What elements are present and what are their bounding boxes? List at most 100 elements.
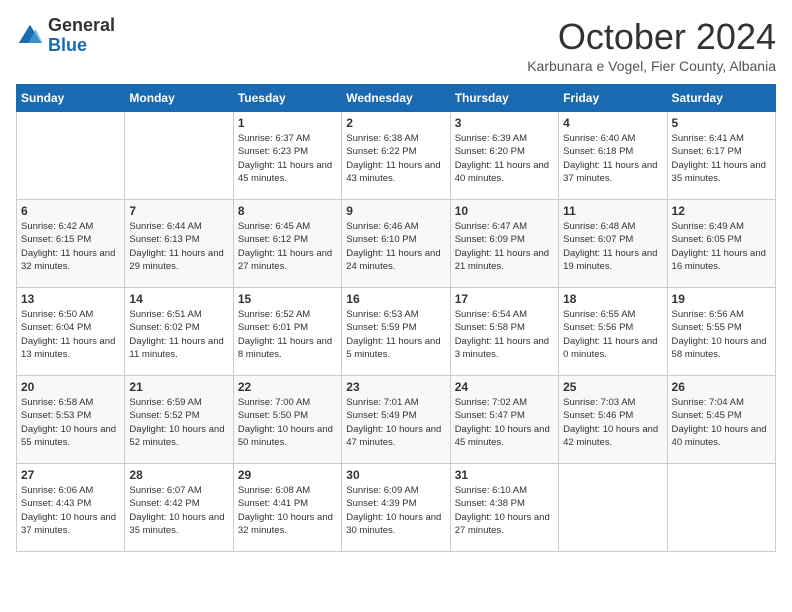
day-number: 31	[455, 468, 554, 482]
title-area: October 2024 Karbunara e Vogel, Fier Cou…	[527, 16, 776, 74]
logo: General Blue	[16, 16, 115, 56]
day-info: Sunrise: 6:50 AM Sunset: 6:04 PM Dayligh…	[21, 308, 120, 361]
day-info: Sunrise: 6:10 AM Sunset: 4:38 PM Dayligh…	[455, 484, 554, 537]
day-info: Sunrise: 6:49 AM Sunset: 6:05 PM Dayligh…	[672, 220, 771, 273]
calendar-cell: 11 Sunrise: 6:48 AM Sunset: 6:07 PM Dayli…	[559, 200, 667, 288]
day-number: 25	[563, 380, 662, 394]
calendar-cell: 4Sunrise: 6:40 AM Sunset: 6:18 PM Daylig…	[559, 112, 667, 200]
weekday-header: Monday	[125, 85, 233, 112]
day-number: 22	[238, 380, 337, 394]
calendar-cell: 26Sunrise: 7:04 AM Sunset: 5:45 PM Dayli…	[667, 376, 775, 464]
day-number: 8	[238, 204, 337, 218]
day-info: Sunrise: 6:56 AM Sunset: 5:55 PM Dayligh…	[672, 308, 771, 361]
day-info: Sunrise: 6:55 AM Sunset: 5:56 PM Dayligh…	[563, 308, 662, 361]
day-number: 23	[346, 380, 445, 394]
calendar-cell: 31 Sunrise: 6:10 AM Sunset: 4:38 PM Dayli…	[450, 464, 558, 552]
calendar-cell: 27 Sunrise: 6:06 AM Sunset: 4:43 PM Dayli…	[17, 464, 125, 552]
weekday-header: Sunday	[17, 85, 125, 112]
day-info: Sunrise: 7:03 AM Sunset: 5:46 PM Dayligh…	[563, 396, 662, 449]
calendar-cell	[17, 112, 125, 200]
calendar-cell: 1 Sunrise: 6:37 AM Sunset: 6:23 PM Daylig…	[233, 112, 341, 200]
calendar-cell: 24Sunrise: 7:02 AM Sunset: 5:47 PM Dayli…	[450, 376, 558, 464]
day-number: 3	[455, 116, 554, 130]
calendar-cell	[125, 112, 233, 200]
day-info: Sunrise: 6:39 AM Sunset: 6:20 PM Dayligh…	[455, 132, 554, 185]
weekday-header: Saturday	[667, 85, 775, 112]
day-number: 6	[21, 204, 120, 218]
calendar-cell: 9 Sunrise: 6:46 AM Sunset: 6:10 PM Daylig…	[342, 200, 450, 288]
day-info: Sunrise: 7:04 AM Sunset: 5:45 PM Dayligh…	[672, 396, 771, 449]
day-number: 5	[672, 116, 771, 130]
day-number: 12	[672, 204, 771, 218]
day-number: 20	[21, 380, 120, 394]
day-info: Sunrise: 7:02 AM Sunset: 5:47 PM Dayligh…	[455, 396, 554, 449]
calendar-week-row: 1 Sunrise: 6:37 AM Sunset: 6:23 PM Daylig…	[17, 112, 776, 200]
calendar-week-row: 27 Sunrise: 6:06 AM Sunset: 4:43 PM Dayli…	[17, 464, 776, 552]
day-number: 27	[21, 468, 120, 482]
calendar-cell: 16Sunrise: 6:53 AM Sunset: 5:59 PM Dayli…	[342, 288, 450, 376]
calendar-cell: 8 Sunrise: 6:45 AM Sunset: 6:12 PM Daylig…	[233, 200, 341, 288]
logo-general: General	[48, 16, 115, 36]
calendar-cell: 14Sunrise: 6:51 AM Sunset: 6:02 PM Dayli…	[125, 288, 233, 376]
day-info: Sunrise: 6:07 AM Sunset: 4:42 PM Dayligh…	[129, 484, 228, 537]
calendar-cell	[559, 464, 667, 552]
day-number: 18	[563, 292, 662, 306]
calendar-cell: 23 Sunrise: 7:01 AM Sunset: 5:49 PM Dayli…	[342, 376, 450, 464]
day-info: Sunrise: 6:46 AM Sunset: 6:10 PM Dayligh…	[346, 220, 445, 273]
day-number: 28	[129, 468, 228, 482]
calendar-cell: 7 Sunrise: 6:44 AM Sunset: 6:13 PM Daylig…	[125, 200, 233, 288]
calendar-cell: 17Sunrise: 6:54 AM Sunset: 5:58 PM Dayli…	[450, 288, 558, 376]
day-info: Sunrise: 7:00 AM Sunset: 5:50 PM Dayligh…	[238, 396, 337, 449]
day-number: 29	[238, 468, 337, 482]
day-info: Sunrise: 6:58 AM Sunset: 5:53 PM Dayligh…	[21, 396, 120, 449]
weekday-header: Thursday	[450, 85, 558, 112]
day-number: 30	[346, 468, 445, 482]
day-info: Sunrise: 6:59 AM Sunset: 5:52 PM Dayligh…	[129, 396, 228, 449]
day-number: 9	[346, 204, 445, 218]
day-number: 2	[346, 116, 445, 130]
month-title: October 2024	[527, 16, 776, 58]
day-number: 21	[129, 380, 228, 394]
day-info: Sunrise: 6:42 AM Sunset: 6:15 PM Dayligh…	[21, 220, 120, 273]
calendar-cell: 15Sunrise: 6:52 AM Sunset: 6:01 PM Dayli…	[233, 288, 341, 376]
calendar-cell: 10 Sunrise: 6:47 AM Sunset: 6:09 PM Dayli…	[450, 200, 558, 288]
calendar-cell	[667, 464, 775, 552]
calendar-cell: 28 Sunrise: 6:07 AM Sunset: 4:42 PM Dayli…	[125, 464, 233, 552]
location-subtitle: Karbunara e Vogel, Fier County, Albania	[527, 58, 776, 74]
calendar-cell: 29 Sunrise: 6:08 AM Sunset: 4:41 PM Dayli…	[233, 464, 341, 552]
calendar-cell: 6 Sunrise: 6:42 AM Sunset: 6:15 PM Daylig…	[17, 200, 125, 288]
calendar-week-row: 6 Sunrise: 6:42 AM Sunset: 6:15 PM Daylig…	[17, 200, 776, 288]
day-number: 16	[346, 292, 445, 306]
calendar-table: SundayMondayTuesdayWednesdayThursdayFrid…	[16, 84, 776, 552]
day-info: Sunrise: 6:06 AM Sunset: 4:43 PM Dayligh…	[21, 484, 120, 537]
day-number: 19	[672, 292, 771, 306]
day-info: Sunrise: 6:08 AM Sunset: 4:41 PM Dayligh…	[238, 484, 337, 537]
logo-icon	[16, 22, 44, 50]
day-number: 10	[455, 204, 554, 218]
day-info: Sunrise: 6:52 AM Sunset: 6:01 PM Dayligh…	[238, 308, 337, 361]
calendar-cell: 12 Sunrise: 6:49 AM Sunset: 6:05 PM Dayli…	[667, 200, 775, 288]
day-info: Sunrise: 6:44 AM Sunset: 6:13 PM Dayligh…	[129, 220, 228, 273]
day-info: Sunrise: 6:47 AM Sunset: 6:09 PM Dayligh…	[455, 220, 554, 273]
day-info: Sunrise: 7:01 AM Sunset: 5:49 PM Dayligh…	[346, 396, 445, 449]
day-number: 7	[129, 204, 228, 218]
calendar-cell: 25 Sunrise: 7:03 AM Sunset: 5:46 PM Dayli…	[559, 376, 667, 464]
day-info: Sunrise: 6:51 AM Sunset: 6:02 PM Dayligh…	[129, 308, 228, 361]
calendar-cell: 22 Sunrise: 7:00 AM Sunset: 5:50 PM Dayli…	[233, 376, 341, 464]
day-info: Sunrise: 6:54 AM Sunset: 5:58 PM Dayligh…	[455, 308, 554, 361]
calendar-cell: 13 Sunrise: 6:50 AM Sunset: 6:04 PM Dayli…	[17, 288, 125, 376]
weekday-header: Friday	[559, 85, 667, 112]
day-info: Sunrise: 6:41 AM Sunset: 6:17 PM Dayligh…	[672, 132, 771, 185]
calendar-cell: 2Sunrise: 6:38 AM Sunset: 6:22 PM Daylig…	[342, 112, 450, 200]
calendar-cell: 21 Sunrise: 6:59 AM Sunset: 5:52 PM Dayli…	[125, 376, 233, 464]
day-number: 13	[21, 292, 120, 306]
day-info: Sunrise: 6:37 AM Sunset: 6:23 PM Dayligh…	[238, 132, 337, 185]
day-info: Sunrise: 6:48 AM Sunset: 6:07 PM Dayligh…	[563, 220, 662, 273]
calendar-cell: 3 Sunrise: 6:39 AM Sunset: 6:20 PM Daylig…	[450, 112, 558, 200]
day-number: 1	[238, 116, 337, 130]
weekday-header: Tuesday	[233, 85, 341, 112]
day-info: Sunrise: 6:45 AM Sunset: 6:12 PM Dayligh…	[238, 220, 337, 273]
calendar-cell: 5 Sunrise: 6:41 AM Sunset: 6:17 PM Daylig…	[667, 112, 775, 200]
day-number: 11	[563, 204, 662, 218]
calendar-week-row: 20 Sunrise: 6:58 AM Sunset: 5:53 PM Dayli…	[17, 376, 776, 464]
